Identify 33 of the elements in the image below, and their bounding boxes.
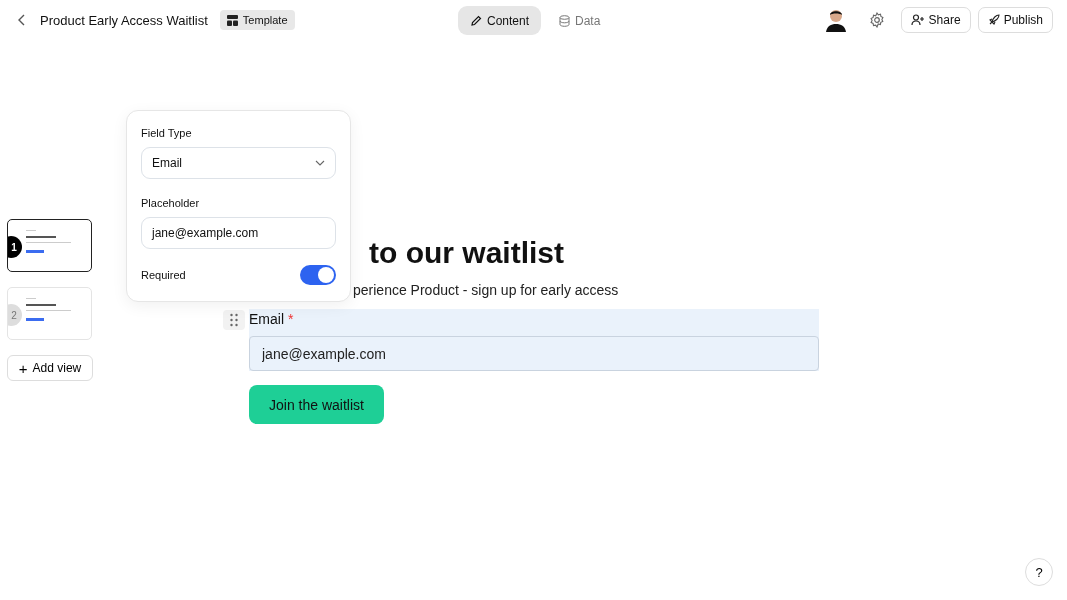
view-thumbnail[interactable]: 2 bbox=[7, 287, 92, 340]
settings-icon[interactable] bbox=[868, 12, 885, 28]
share-button[interactable]: Share bbox=[900, 7, 971, 33]
form-subtitle: perience Product - sign up for early access bbox=[353, 281, 620, 300]
email-input[interactable]: jane@example.com bbox=[249, 336, 819, 371]
avatar-icon[interactable] bbox=[824, 8, 847, 32]
field-type-dropdown[interactable]: Email bbox=[141, 147, 336, 179]
publish-button[interactable]: Publish bbox=[977, 7, 1053, 33]
drag-handle-icon[interactable] bbox=[223, 310, 245, 330]
rocket-icon bbox=[987, 14, 1000, 26]
field-label: Email * bbox=[249, 310, 295, 329]
add-view-button[interactable]: + Add view bbox=[7, 355, 93, 381]
page-title: Product Early Access Waitlist bbox=[40, 12, 208, 28]
add-user-icon bbox=[910, 14, 925, 26]
view-number: 1 bbox=[8, 236, 22, 258]
help-button[interactable]: ? bbox=[1025, 558, 1053, 586]
database-icon bbox=[559, 14, 571, 27]
template-badge[interactable]: Template bbox=[219, 10, 295, 30]
tab[interactable]: Content bbox=[458, 6, 542, 35]
form-heading: to our waitlist bbox=[369, 235, 565, 271]
placeholder-label: Placeholder bbox=[141, 197, 201, 209]
required-label: Required bbox=[141, 269, 186, 281]
chevron-down-icon bbox=[315, 160, 325, 166]
view-thumbnail[interactable]: 1 bbox=[7, 219, 92, 272]
required-asterisk: * bbox=[288, 311, 294, 327]
tab[interactable]: Data bbox=[547, 6, 613, 35]
view-number: 2 bbox=[8, 304, 22, 326]
placeholder-input[interactable]: jane@example.com bbox=[141, 217, 336, 249]
back-icon[interactable] bbox=[18, 14, 26, 26]
join-waitlist-button[interactable]: Join the waitlist bbox=[249, 385, 384, 424]
pencil-icon bbox=[470, 14, 482, 27]
required-toggle[interactable] bbox=[300, 265, 336, 285]
field-type-label: Field Type bbox=[141, 127, 193, 139]
